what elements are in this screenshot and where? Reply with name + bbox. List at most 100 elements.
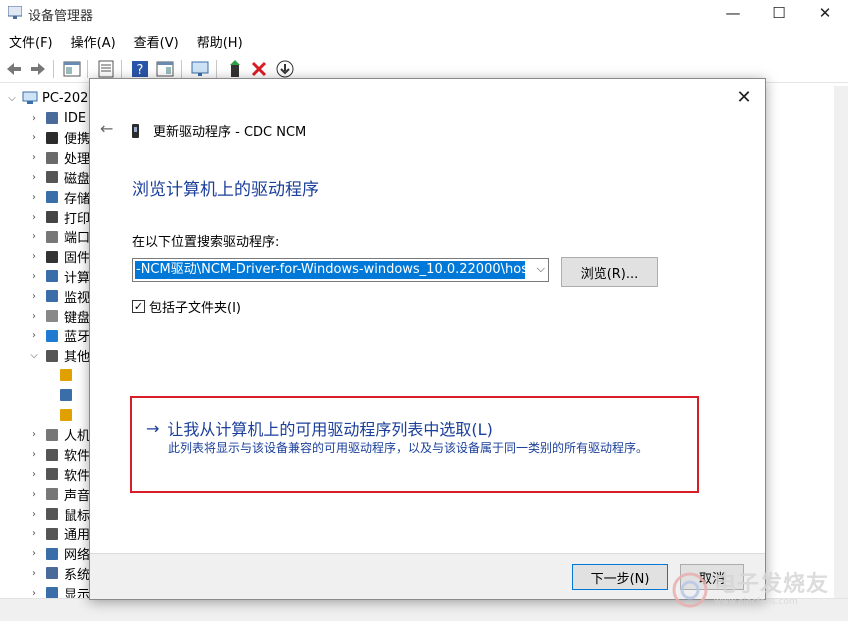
properties-icon[interactable] xyxy=(62,59,82,79)
chevron-right-icon[interactable]: › xyxy=(28,113,40,124)
chevron-right-icon[interactable]: › xyxy=(28,548,40,559)
tree-item-label: 人机 xyxy=(64,429,91,445)
menu-view[interactable]: 查看(V) xyxy=(125,30,188,52)
tree-item-label: 声音 xyxy=(64,488,91,504)
tree-item-label: 键盘 xyxy=(64,310,91,326)
computer-icon xyxy=(22,91,38,104)
chevron-down-icon[interactable]: ⌵ xyxy=(537,262,545,276)
tree-item-label: 软件 xyxy=(64,449,91,465)
tree-item[interactable]: › 软件 xyxy=(28,445,90,465)
chevron-right-icon[interactable]: › xyxy=(28,469,40,480)
tree-item[interactable]: › 端口 xyxy=(28,227,90,247)
path-combobox[interactable]: -NCM驱动\NCM-Driver-for-Windows-windows_10… xyxy=(132,258,549,282)
chevron-right-icon[interactable]: › xyxy=(28,152,40,163)
mouse-icon xyxy=(46,508,58,520)
back-icon[interactable] xyxy=(4,59,24,79)
tree-item[interactable]: › 计算 xyxy=(28,266,90,286)
tree-item[interactable] xyxy=(54,365,78,385)
close-button[interactable]: ✕ xyxy=(802,0,848,26)
chevron-right-icon[interactable]: › xyxy=(28,132,40,143)
tree-item[interactable]: › 软件 xyxy=(28,464,90,484)
chevron-right-icon[interactable]: › xyxy=(28,489,40,500)
tree-item[interactable]: › 监视 xyxy=(28,286,90,306)
chevron-right-icon[interactable]: › xyxy=(28,311,40,322)
chevron-right-icon[interactable]: › xyxy=(28,291,40,302)
chevron-right-icon[interactable]: › xyxy=(28,509,40,520)
unknown-device-icon xyxy=(60,389,72,402)
checkbox-checked-icon[interactable]: ✓ xyxy=(132,300,145,313)
pick-from-list-label[interactable]: 让我从计算机上的可用驱动程序列表中选取(L) xyxy=(167,416,492,440)
keyboard-icon xyxy=(46,310,58,322)
tree-item-label: 软件 xyxy=(64,468,91,484)
chevron-right-icon[interactable]: › xyxy=(28,212,40,223)
maximize-button[interactable]: ☐ xyxy=(756,0,802,26)
tree-item-label: 处理 xyxy=(64,152,91,168)
vertical-scrollbar[interactable] xyxy=(834,86,848,598)
tree-item[interactable]: › 网络 xyxy=(28,544,90,564)
back-arrow-icon[interactable]: ← xyxy=(100,119,113,138)
chevron-down-icon[interactable]: ⌵ xyxy=(28,350,40,361)
download-icon[interactable] xyxy=(275,59,295,79)
chevron-right-icon[interactable]: › xyxy=(28,192,40,203)
tree-item[interactable]: › 打印 xyxy=(28,207,90,227)
chevron-right-icon[interactable]: › xyxy=(28,449,40,460)
tree-item[interactable]: › IDE xyxy=(28,108,86,128)
tree-item[interactable] xyxy=(54,405,78,425)
chevron-right-icon[interactable]: › xyxy=(28,528,40,539)
include-subfolders-checkbox[interactable]: ✓ 包括子文件夹(I) xyxy=(132,297,241,316)
toolbar-separator xyxy=(121,60,122,78)
tree-item[interactable]: › 蓝牙 xyxy=(28,326,90,346)
update-list-icon[interactable] xyxy=(96,59,116,79)
pick-from-list-link[interactable]: → 让我从计算机上的可用驱动程序列表中选取(L) xyxy=(146,416,493,440)
dialog-close-button[interactable]: ✕ xyxy=(731,85,757,109)
tree-item[interactable]: › 固件 xyxy=(28,247,90,267)
tree-item-label: 蓝牙 xyxy=(64,330,91,346)
tree-item[interactable]: › 存储 xyxy=(28,187,90,207)
monitor-icon xyxy=(46,290,58,303)
tree-item-label: 打印 xyxy=(64,211,91,227)
toolbar-separator xyxy=(53,60,54,78)
tree-item-label: 计算 xyxy=(64,270,91,286)
menu-file[interactable]: 文件(F) xyxy=(0,30,62,52)
tree-item[interactable]: › 通用 xyxy=(28,524,90,544)
chevron-right-icon[interactable]: › xyxy=(28,568,40,579)
forward-icon[interactable] xyxy=(28,59,48,79)
help-icon[interactable]: ? xyxy=(130,59,150,79)
chevron-right-icon[interactable]: › xyxy=(28,429,40,440)
browse-button[interactable]: 浏览(R)... xyxy=(561,257,658,287)
chevron-right-icon[interactable]: › xyxy=(28,172,40,183)
tree-item[interactable]: › 系统 xyxy=(28,563,90,583)
tree-item[interactable]: › 鼠标 xyxy=(28,504,90,524)
menu-action[interactable]: 操作(A) xyxy=(62,30,125,52)
minimize-button[interactable]: — xyxy=(710,0,756,26)
monitor-icon[interactable] xyxy=(190,59,210,79)
tree-item-label: 通用 xyxy=(64,528,91,544)
tree-item-label: 固件 xyxy=(64,251,91,267)
chevron-right-icon[interactable]: › xyxy=(28,330,40,341)
pick-from-list-highlight: → 让我从计算机上的可用驱动程序列表中选取(L) 此列表将显示与该设备兼容的可用… xyxy=(130,396,699,493)
tree-item[interactable]: › 声音 xyxy=(28,484,90,504)
menu-help[interactable]: 帮助(H) xyxy=(188,30,252,52)
view-icon[interactable] xyxy=(155,59,175,79)
chevron-right-icon[interactable]: › xyxy=(28,231,40,242)
tree-item[interactable] xyxy=(54,385,78,405)
usb-icon xyxy=(46,527,58,540)
port-icon xyxy=(46,230,58,243)
ide-icon xyxy=(46,112,58,124)
chevron-right-icon[interactable]: › xyxy=(28,271,40,282)
tree-item[interactable]: › 便携 xyxy=(28,128,90,148)
next-button[interactable]: 下一步(N) xyxy=(572,564,668,590)
tree-item[interactable]: › 人机 xyxy=(28,425,90,445)
printer-icon xyxy=(46,211,58,223)
path-value[interactable]: -NCM驱动\NCM-Driver-for-Windows-windows_10… xyxy=(135,261,525,279)
tree-root[interactable]: ⌵ PC-202 xyxy=(6,88,88,108)
chevron-down-icon[interactable]: ⌵ xyxy=(6,93,18,104)
chevron-right-icon[interactable]: › xyxy=(28,251,40,262)
tree-item[interactable]: › 磁盘 xyxy=(28,167,90,187)
uninstall-icon[interactable] xyxy=(249,59,269,79)
add-driver-icon[interactable] xyxy=(225,59,245,79)
sound-icon xyxy=(46,488,58,501)
tree-item[interactable]: › 键盘 xyxy=(28,306,90,326)
tree-item[interactable]: ⌵ 其他 xyxy=(28,346,90,366)
tree-item[interactable]: › 处理 xyxy=(28,148,90,168)
